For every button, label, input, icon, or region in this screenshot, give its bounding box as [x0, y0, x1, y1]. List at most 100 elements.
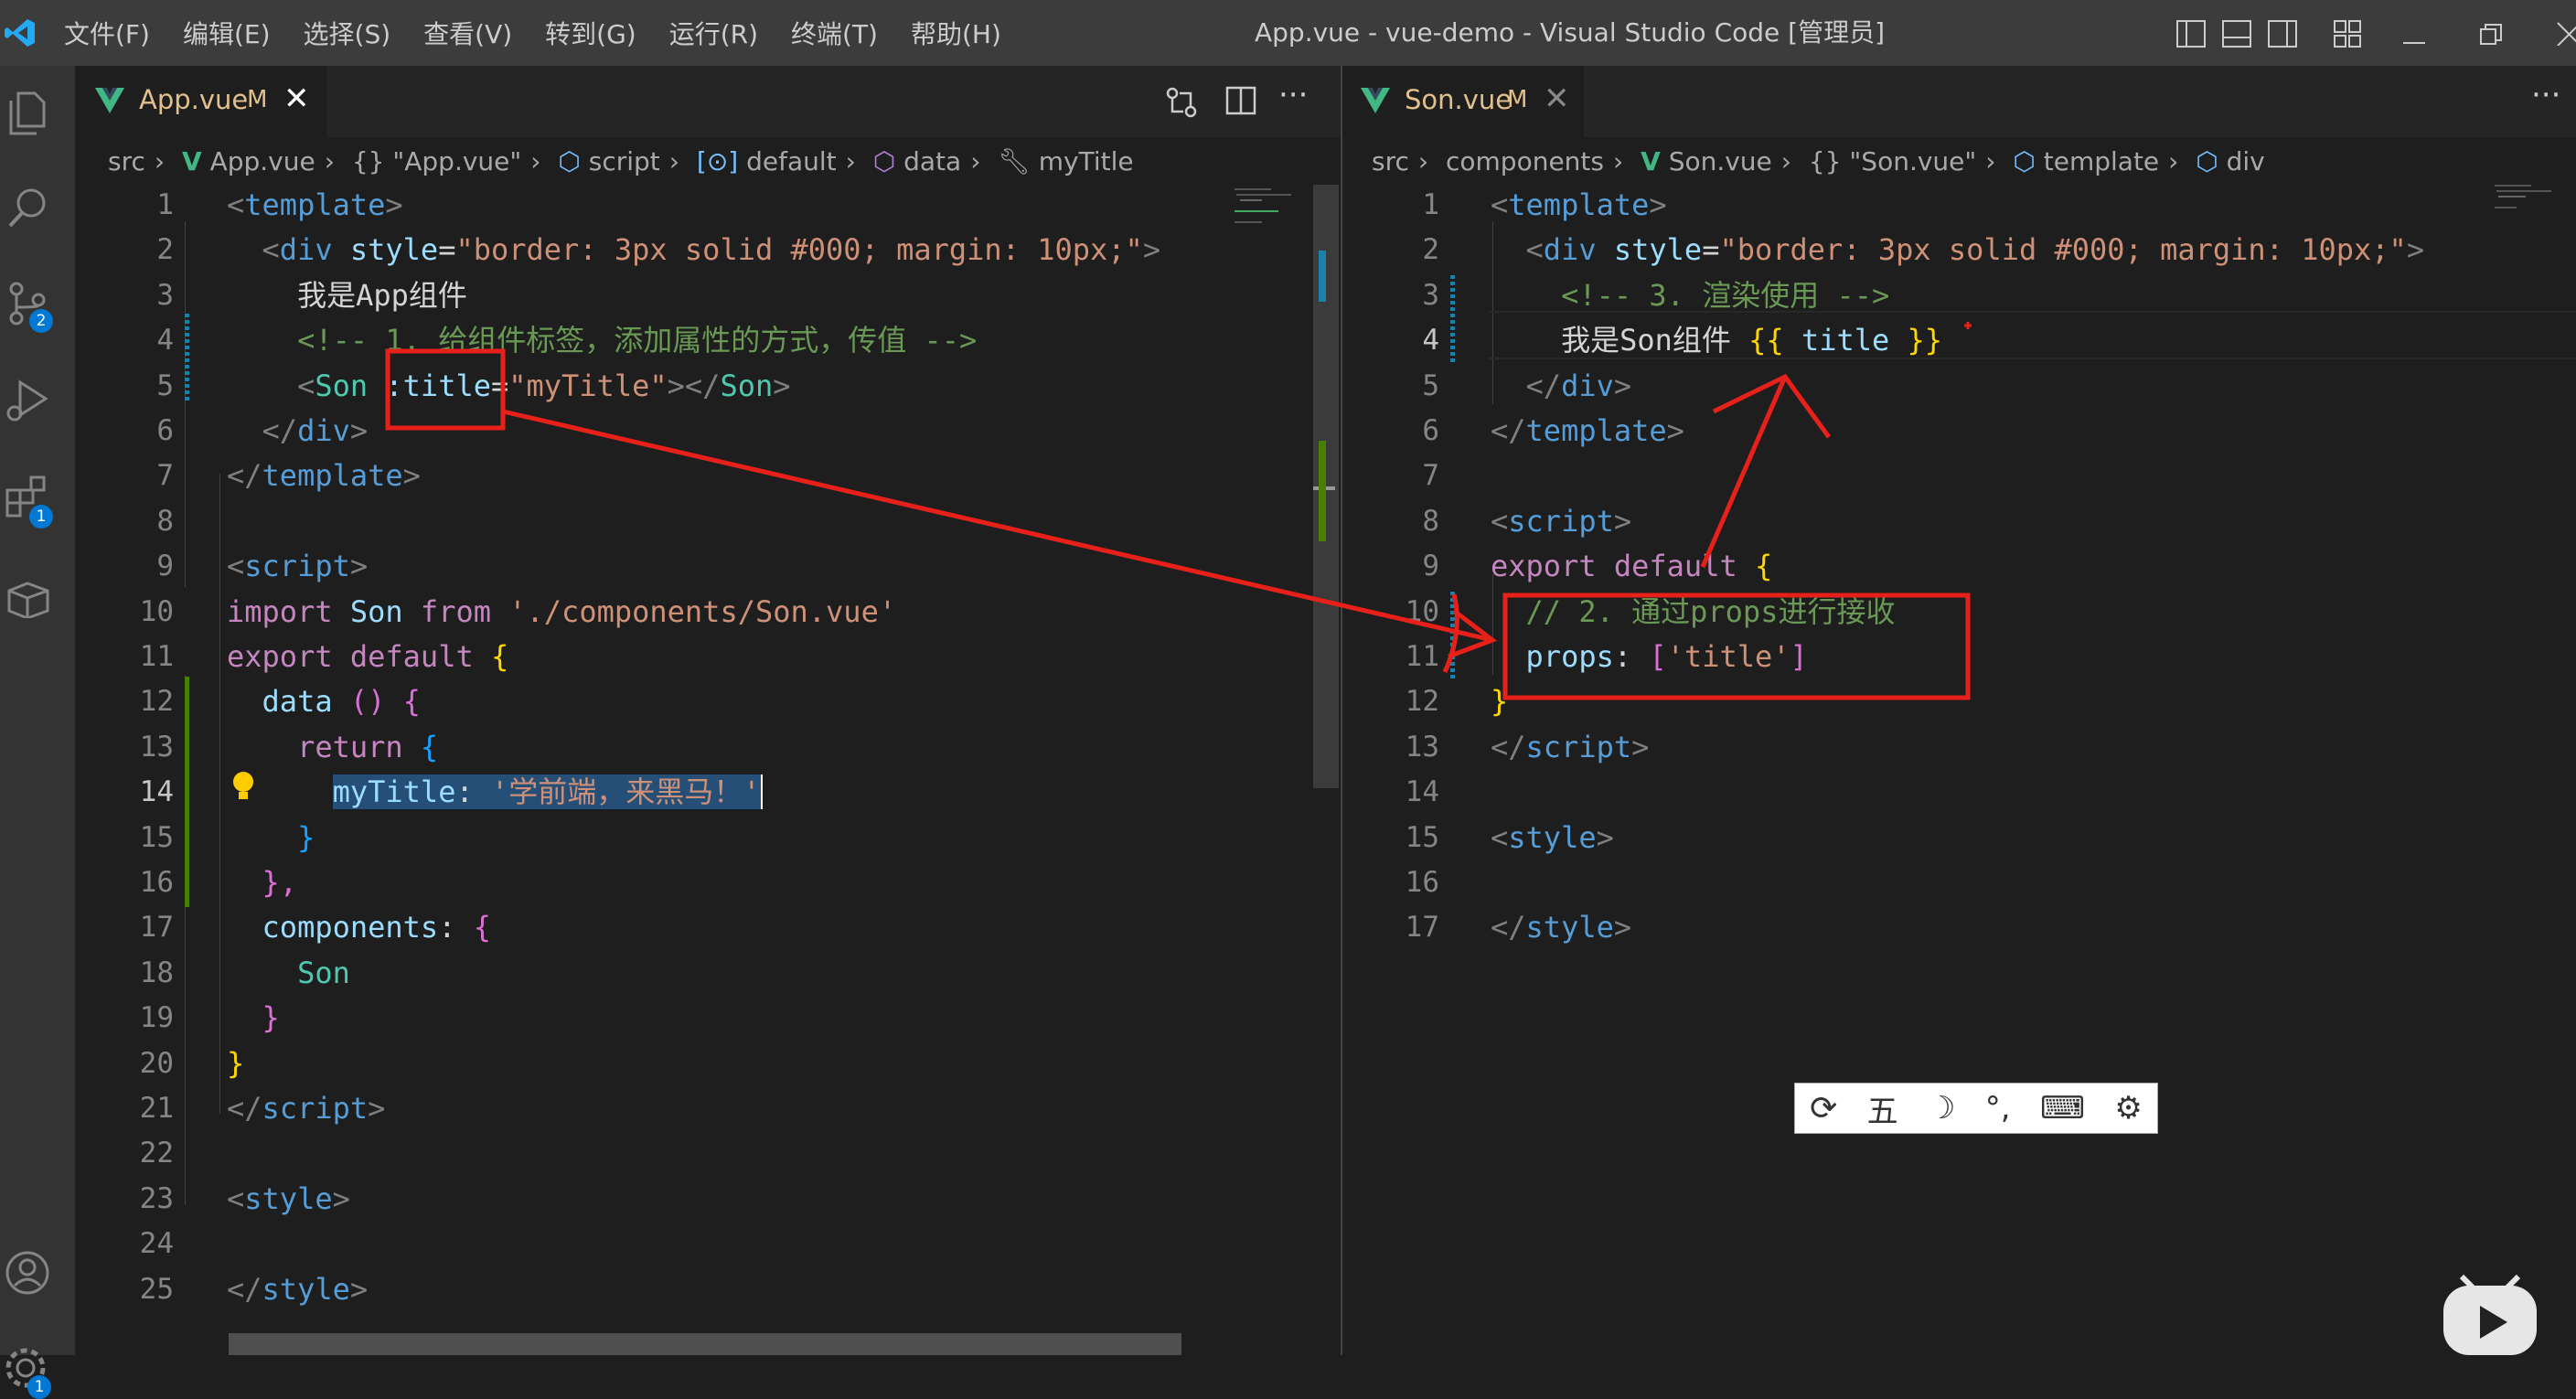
line-number: 15	[139, 820, 174, 854]
search-icon[interactable]	[5, 185, 60, 240]
breadcrumb-file[interactable]: Son.vue	[1669, 146, 1772, 176]
code-property: myTitle	[332, 774, 456, 810]
split-editor-icon[interactable]	[1225, 86, 1256, 119]
code-line: </div>	[262, 413, 369, 448]
line-number: 10	[139, 594, 174, 628]
tab-close-icon[interactable]: ✕	[283, 80, 310, 117]
close-icon[interactable]	[2557, 22, 2576, 49]
breadcrumb-template[interactable]: template	[2044, 146, 2159, 176]
ime-logo-icon[interactable]: ⟳	[1810, 1090, 1837, 1127]
code-line: </template>	[1491, 413, 1684, 448]
line-number: 9	[156, 550, 174, 583]
tab-son-vue[interactable]: Son.vue M ✕	[1342, 66, 1584, 137]
line-number: 3	[1422, 278, 1439, 312]
ime-mode-button[interactable]: 五	[1867, 1086, 1898, 1131]
code-tag: style	[244, 1180, 333, 1216]
toggle-panel-icon[interactable]	[2222, 20, 2251, 51]
ime-toolbar[interactable]: ⟳ 五 ☽ °, ⌨ ⚙	[1794, 1083, 2158, 1134]
line-number: 8	[156, 504, 174, 538]
code-line: </script>	[227, 1091, 386, 1126]
menu-help[interactable]: 帮助(H)	[911, 15, 1001, 51]
line-number: 11	[139, 640, 174, 673]
code-line: myTitle: '学前端，来黑马！'	[332, 774, 763, 810]
breadcrumb-script[interactable]: script	[589, 146, 660, 176]
open-changes-icon[interactable]	[1165, 86, 1198, 123]
menu-file[interactable]: 文件(F)	[64, 15, 150, 51]
settings-gear-icon[interactable]: 1	[2, 1344, 57, 1399]
tab-app-vue[interactable]: App.vue M ✕	[75, 66, 327, 137]
breadcrumb-mytitle[interactable]: myTitle	[1039, 146, 1134, 176]
lightbulb-icon[interactable]	[230, 770, 256, 805]
tab-app-vue-label: App.vue	[139, 84, 249, 115]
line-number: 15	[1405, 820, 1439, 854]
toggle-secondary-sidebar-icon[interactable]	[2268, 20, 2297, 51]
right-minimap[interactable]	[2489, 183, 2562, 238]
breadcrumb-default[interactable]: default	[746, 146, 837, 176]
line-number: 17	[1405, 911, 1439, 945]
breadcrumb-module[interactable]: {} "Son.vue"	[1809, 146, 1976, 176]
more-actions-icon[interactable]: ···	[1278, 77, 1308, 113]
breadcrumb-src[interactable]: src	[108, 146, 145, 176]
customize-layout-icon[interactable]	[2334, 20, 2363, 51]
code-string: 'title'	[1666, 639, 1790, 674]
left-horizontal-scrollbar[interactable]	[229, 1333, 1181, 1355]
cube-icon: ⬡	[872, 146, 896, 176]
toggle-sidebar-icon[interactable]	[2176, 20, 2206, 51]
code-tag: script	[1525, 729, 1632, 764]
code-keyword: default	[1613, 549, 1737, 584]
run-debug-icon[interactable]	[5, 377, 60, 432]
code-text: 我是App组件	[297, 277, 467, 313]
code-line: import Son from './components/Son.vue'	[227, 590, 896, 635]
breadcrumb-file[interactable]: App.vue	[210, 146, 315, 176]
code-tag: Son	[720, 368, 774, 403]
git-change-indicator	[185, 677, 189, 907]
breadcrumb-src[interactable]: src	[1372, 146, 1409, 176]
ime-punctuation-button[interactable]: °,	[1985, 1090, 2011, 1127]
code-attr: style	[1613, 232, 1703, 268]
code-line: 我是Son组件 {{ title }}	[1561, 323, 1943, 358]
explorer-icon[interactable]	[5, 90, 60, 144]
code-tag: script	[1508, 503, 1614, 539]
tab-close-icon[interactable]: ✕	[1544, 80, 1570, 117]
menu-go[interactable]: 转到(G)	[545, 15, 636, 51]
left-minimap[interactable]	[1216, 183, 1313, 293]
code-tag: div	[279, 232, 333, 268]
source-control-icon[interactable]: 2	[5, 280, 60, 335]
code-line: <!-- 1. 给组件标签，添加属性的方式，传值 -->	[227, 318, 977, 363]
menu-run[interactable]: 运行(R)	[669, 15, 758, 51]
line-number: 6	[1422, 414, 1439, 447]
play-button-icon[interactable]	[2440, 1273, 2540, 1359]
restore-icon[interactable]	[2480, 24, 2502, 49]
extensions-icon[interactable]: 1	[4, 474, 59, 529]
code-tag: script	[262, 1091, 369, 1126]
code-line: <style>	[227, 1180, 350, 1216]
ime-halfwidth-button[interactable]: ☽	[1928, 1090, 1955, 1127]
menu-view[interactable]: 查看(V)	[423, 15, 512, 51]
code-line: <template>	[1491, 187, 1667, 222]
more-actions-icon[interactable]: ···	[2531, 77, 2560, 113]
cube-icon: ⬡	[558, 146, 581, 176]
code-line: Son	[227, 951, 350, 996]
line-number: 12	[139, 685, 174, 719]
code-keyword: import	[227, 593, 333, 629]
menu-edit[interactable]: 编辑(E)	[183, 15, 271, 51]
minimize-icon[interactable]	[2403, 31, 2425, 48]
account-icon[interactable]	[4, 1249, 59, 1304]
code-line: <template>	[227, 187, 403, 222]
left-breadcrumb: src › V App.vue › {} "App.vue" › ⬡ script › …	[108, 146, 1134, 176]
breadcrumb-div[interactable]: div	[2227, 146, 2265, 176]
menu-selection[interactable]: 选择(S)	[304, 15, 391, 51]
left-vertical-scrollbar[interactable]	[1313, 185, 1339, 1355]
code-line: 我是App组件	[227, 273, 467, 318]
git-change-indicator	[1450, 274, 1455, 362]
breadcrumb-data[interactable]: data	[903, 146, 961, 176]
breadcrumb-module[interactable]: {} "App.vue"	[352, 146, 521, 176]
breadcrumb-components[interactable]: components	[1446, 146, 1604, 176]
code-line: export default {	[1491, 549, 1773, 584]
ime-settings-button[interactable]: ⚙	[2114, 1090, 2142, 1127]
code-attr: :title	[385, 368, 491, 403]
package-icon[interactable]	[5, 582, 60, 636]
ime-keyboard-button[interactable]: ⌨	[2040, 1090, 2085, 1127]
menu-terminal[interactable]: 终端(T)	[791, 15, 878, 51]
line-number: 6	[156, 414, 174, 447]
